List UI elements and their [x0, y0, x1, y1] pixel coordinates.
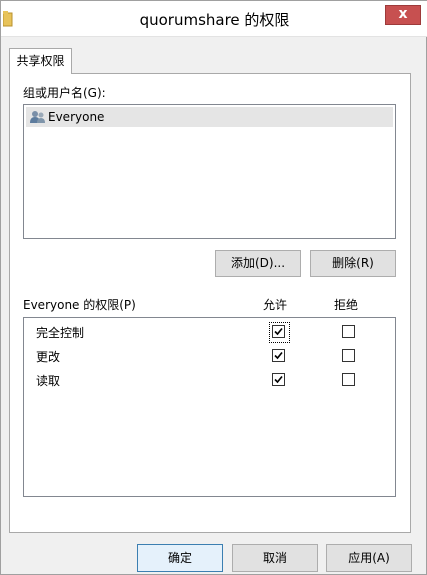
permission-row: 更改	[26, 344, 393, 366]
deny-checkbox[interactable]	[342, 373, 355, 386]
allow-checkbox[interactable]	[272, 373, 285, 386]
permissions-label: Everyone 的权限(P)	[23, 298, 136, 312]
permission-name: 更改	[36, 350, 61, 364]
permission-name: 完全控制	[36, 326, 85, 340]
title-bar[interactable]: quorumshare 的权限 x	[1, 1, 427, 37]
list-item[interactable]: Everyone	[26, 107, 393, 127]
allow-checkbox[interactable]	[272, 349, 285, 362]
check-icon	[274, 327, 283, 336]
permission-name: 读取	[36, 374, 61, 388]
groups-label: 组或用户名(G):	[23, 86, 106, 100]
remove-button[interactable]: 删除(R)	[310, 250, 396, 277]
close-icon: x	[398, 6, 408, 22]
users-group-icon	[30, 110, 46, 124]
permission-row: 完全控制	[26, 320, 393, 343]
ok-button[interactable]: 确定	[137, 544, 223, 572]
groups-listbox[interactable]: Everyone	[23, 104, 396, 239]
close-button[interactable]: x	[385, 5, 421, 25]
check-icon	[274, 351, 283, 360]
tab-label: 共享权限	[16, 54, 65, 68]
permission-row: 读取	[26, 368, 393, 390]
deny-header: 拒绝	[334, 298, 359, 312]
allow-checkbox[interactable]	[269, 322, 290, 343]
tab-share-permissions[interactable]: 共享权限	[9, 48, 72, 74]
permissions-listbox[interactable]: 完全控制 更改 读取	[23, 317, 396, 497]
permissions-dialog: quorumshare 的权限 x 共享权限 组或用户名(G): Everyon…	[0, 0, 427, 575]
window-title: quorumshare 的权限	[139, 11, 290, 29]
deny-checkbox[interactable]	[342, 349, 355, 362]
tab-panel: 组或用户名(G): Everyone 添加(D)... 删除(R) Everyo…	[9, 73, 411, 533]
check-icon	[274, 375, 283, 384]
apply-button[interactable]: 应用(A)	[326, 544, 412, 572]
allow-header: 允许	[263, 298, 288, 312]
add-button[interactable]: 添加(D)...	[215, 250, 301, 277]
user-name: Everyone	[48, 110, 105, 124]
deny-checkbox[interactable]	[342, 325, 355, 338]
cancel-button[interactable]: 取消	[232, 544, 318, 572]
